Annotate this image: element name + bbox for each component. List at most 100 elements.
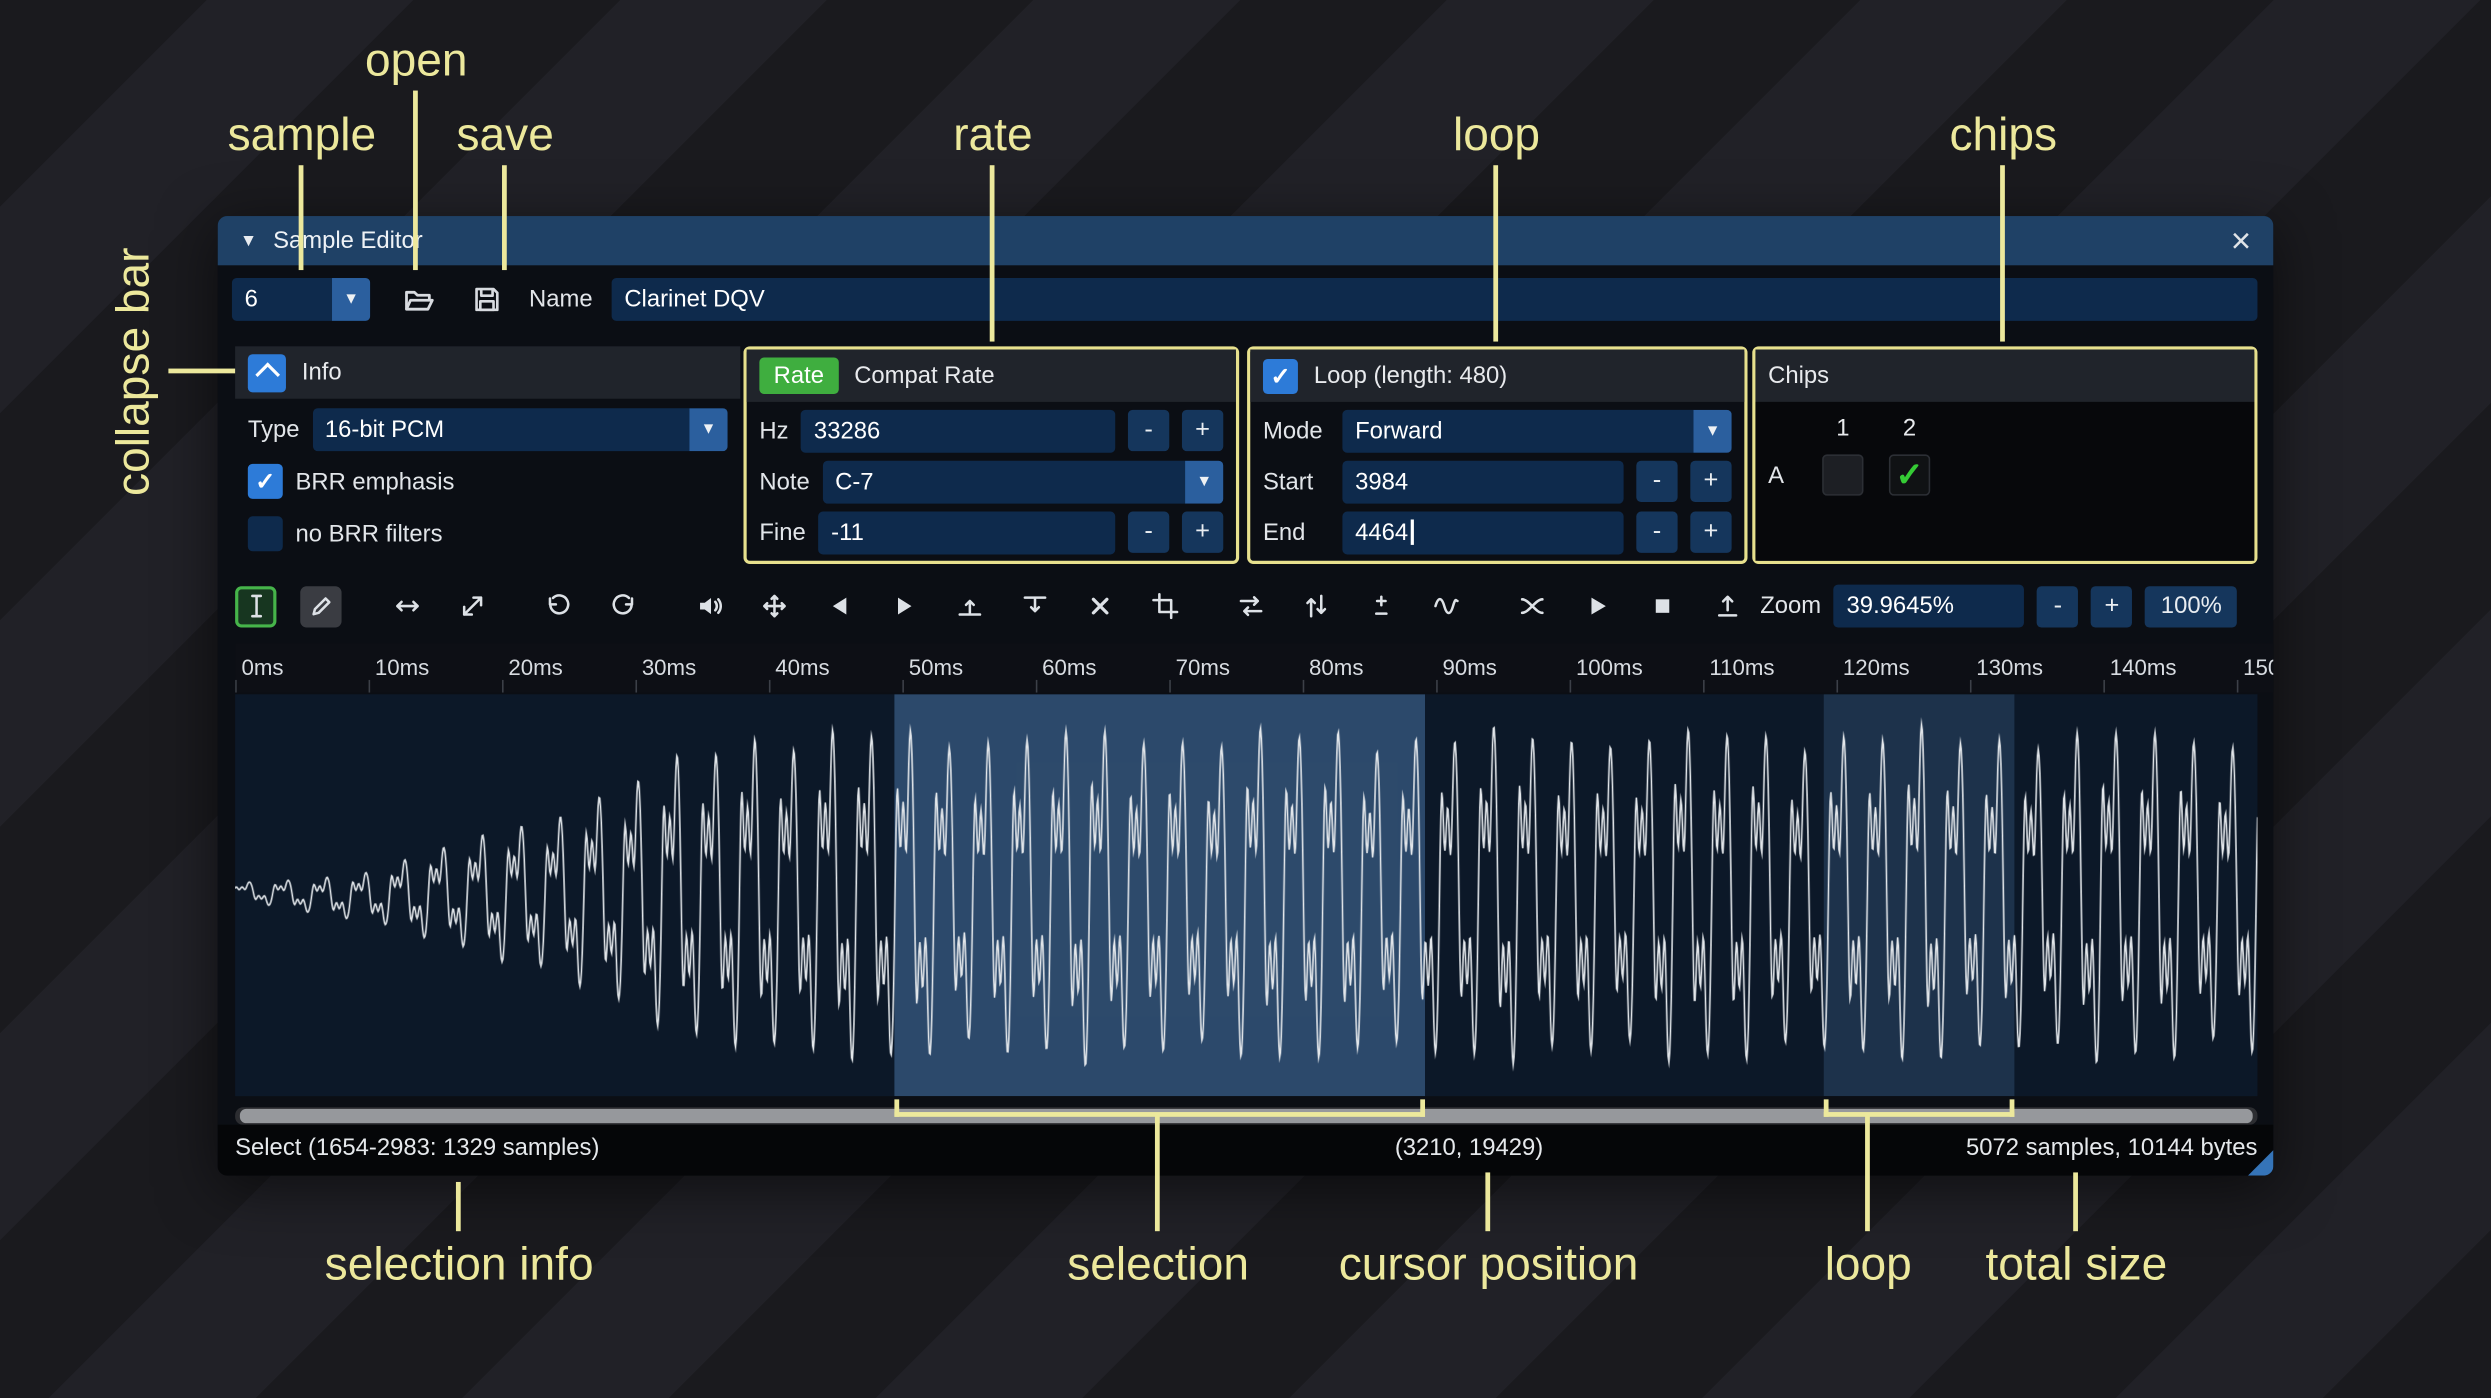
sample-number-select[interactable]: 6 ▼ <box>231 278 371 321</box>
loop-end-increment-button[interactable]: + <box>1690 511 1732 553</box>
normalize-button[interactable] <box>753 585 794 626</box>
collapse-info-button[interactable] <box>247 353 286 392</box>
zoom-in-button[interactable]: + <box>2091 585 2133 627</box>
annotation-total-size-label: total size <box>1985 1239 2168 1291</box>
loop-mode-value: Forward <box>1355 417 1443 445</box>
chips-body: 1 2 A ✓ <box>1755 401 2255 561</box>
floppy-save-icon <box>475 287 499 312</box>
timeline-tick <box>1703 679 1705 693</box>
hz-decrement-button[interactable]: - <box>1127 409 1170 452</box>
tab-rate[interactable]: Rate <box>759 357 839 394</box>
fade-out-button[interactable] <box>883 585 924 626</box>
zoom-out-button[interactable]: - <box>2037 585 2079 627</box>
chevron-down-icon: ▼ <box>332 278 371 321</box>
hz-row: Hz 33286 - + <box>747 408 1236 452</box>
sample-name-input[interactable]: Clarinet DQV <box>611 278 2258 321</box>
close-icon[interactable]: × <box>2231 222 2251 258</box>
loop-end-row: End 4464 - + <box>1250 510 1744 554</box>
zoom-controls: Zoom 39.9645% - + 100% <box>1760 584 2238 628</box>
amplify-icon <box>699 597 722 615</box>
resize-icon <box>395 600 419 612</box>
tab-compat-rate[interactable]: Compat Rate <box>854 362 994 389</box>
hz-input[interactable]: 33286 <box>801 409 1116 452</box>
note-select[interactable]: C-7 ▼ <box>822 459 1224 503</box>
insert-silence-icon <box>957 599 981 616</box>
amplify-button[interactable] <box>688 585 729 626</box>
stop-preview-icon <box>1654 599 1669 613</box>
horizontal-scrollbar[interactable] <box>235 1107 2258 1125</box>
fine-decrement-button[interactable]: - <box>1127 511 1170 553</box>
brr-emphasis-checkbox[interactable]: ✓ <box>247 463 283 499</box>
chip-2-checkbox[interactable]: ✓ <box>1888 454 1931 496</box>
signed-unsigned-icon <box>1374 595 1387 615</box>
crossfade-loop-button[interactable] <box>1511 585 1552 626</box>
waveform-display[interactable] <box>235 694 2258 1097</box>
reverse-button[interactable] <box>1230 585 1271 626</box>
no-brr-filters-checkbox[interactable] <box>247 516 283 552</box>
window-resize-grip[interactable] <box>2247 1150 2274 1176</box>
resize-button[interactable] <box>386 585 427 626</box>
delete-button[interactable] <box>1079 585 1120 626</box>
save-sample-button[interactable] <box>464 278 510 321</box>
window-collapse-triangle-icon[interactable]: ▼ <box>240 231 257 250</box>
chips-header-label: Chips <box>1768 362 1830 390</box>
type-label: Type <box>247 415 300 443</box>
annotation-loop-bottom-label: loop <box>1824 1239 1912 1291</box>
insert-silence-button[interactable] <box>948 585 989 626</box>
annotation-cursor-position-line <box>1485 1172 1491 1232</box>
annotation-loop-label: loop <box>1452 110 1541 162</box>
timeline-ruler[interactable]: 0ms 10ms 20ms 30ms 40ms 50ms 60ms 70ms 80ms 90ms 1… <box>235 643 2274 693</box>
draw-mode-icon <box>311 597 330 616</box>
timeline-label: 140ms <box>2109 654 2177 680</box>
zoom-input[interactable]: 39.9645% <box>1833 584 2025 628</box>
loop-start-value: 3984 <box>1355 467 1409 495</box>
loop-start-increment-button[interactable]: + <box>1690 460 1732 503</box>
hz-increment-button[interactable]: + <box>1181 409 1224 452</box>
filter-button[interactable] <box>1425 585 1466 626</box>
draw-mode-button[interactable] <box>300 585 342 627</box>
reverse-icon <box>1238 596 1262 617</box>
info-section: Info Type 16-bit PCM ▼ ✓ BRR emphasis no… <box>235 346 741 564</box>
timeline-tick <box>235 679 237 693</box>
timeline-label: 60ms <box>1042 654 1097 680</box>
fade-in-button[interactable] <box>818 585 859 626</box>
chevron-up-icon <box>254 362 280 388</box>
type-select[interactable]: 16-bit PCM ▼ <box>312 407 728 451</box>
signed-unsigned-button[interactable] <box>1360 585 1401 626</box>
undo-button[interactable] <box>537 585 578 626</box>
titlebar[interactable]: ▼ Sample Editor × <box>217 216 2274 266</box>
select-mode-button[interactable] <box>235 585 277 627</box>
resample-button[interactable] <box>451 585 492 626</box>
timeline-tick <box>1169 679 1171 693</box>
timeline-tick <box>1436 679 1438 693</box>
invert-button[interactable] <box>1295 585 1336 626</box>
loop-mode-select[interactable]: Forward ▼ <box>1342 409 1732 452</box>
loop-end-input[interactable]: 4464 <box>1342 510 1624 554</box>
zoom-label: Zoom <box>1760 592 1822 620</box>
redo-icon <box>611 594 633 615</box>
chip-column-2-label: 2 <box>1902 414 1917 442</box>
rate-section: Rate Compat Rate Hz 33286 - + Note C-7 ▼… <box>743 346 1240 564</box>
apply-silence-button[interactable] <box>1014 585 1055 626</box>
loop-start-decrement-button[interactable]: - <box>1636 460 1678 503</box>
timeline-tick <box>1969 679 1972 693</box>
trim-icon <box>1151 592 1178 620</box>
redo-button[interactable] <box>602 585 643 626</box>
create-instrument-button[interactable] <box>1706 585 1747 626</box>
loop-end-decrement-button[interactable]: - <box>1636 511 1678 553</box>
timeline-label: 20ms <box>508 654 563 680</box>
name-label: Name <box>529 285 593 313</box>
trim-button[interactable] <box>1144 585 1185 626</box>
zoom-reset-button[interactable]: 100% <box>2145 585 2238 627</box>
scrollbar-handle[interactable] <box>239 1108 2253 1124</box>
fine-input[interactable]: -11 <box>818 510 1116 554</box>
open-sample-button[interactable] <box>396 278 442 321</box>
timeline-tick <box>1302 679 1305 693</box>
chip-1-checkbox[interactable] <box>1822 454 1864 496</box>
loop-start-input[interactable]: 3984 <box>1342 459 1624 503</box>
timeline-label: 50ms <box>908 654 964 680</box>
fine-increment-button[interactable]: + <box>1181 511 1224 553</box>
stop-preview-button[interactable] <box>1641 585 1682 626</box>
loop-enable-checkbox[interactable]: ✓ <box>1262 358 1298 394</box>
preview-button[interactable] <box>1576 585 1617 626</box>
